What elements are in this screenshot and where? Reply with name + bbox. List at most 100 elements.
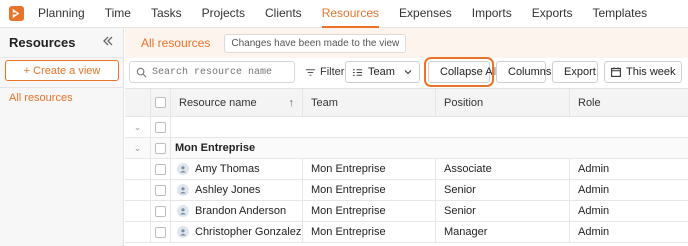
column-header-label: Position bbox=[444, 96, 484, 109]
empty-cell bbox=[171, 117, 303, 137]
search-box bbox=[129, 61, 295, 83]
columns-label: Columns bbox=[508, 66, 552, 78]
group-label: Mon Entreprise bbox=[175, 142, 256, 154]
table-row[interactable]: Ashley Jones Mon Entreprise Senior Admin bbox=[125, 180, 688, 201]
nav-tasks[interactable]: Tasks bbox=[151, 0, 182, 28]
resource-name: Amy Thomas bbox=[195, 163, 260, 175]
role-cell: Admin bbox=[578, 184, 610, 196]
resource-name: Ashley Jones bbox=[195, 184, 261, 196]
period-select[interactable]: This week bbox=[604, 61, 682, 83]
search-input[interactable] bbox=[152, 66, 292, 78]
user-icon bbox=[177, 205, 189, 217]
role-cell: Admin bbox=[578, 226, 610, 238]
row-select-cell bbox=[151, 159, 171, 179]
nav-exports[interactable]: Exports bbox=[532, 0, 573, 28]
column-header-label: Team bbox=[311, 96, 338, 109]
chevron-down-icon[interactable]: ⌄ bbox=[125, 138, 151, 158]
double-chevron-left-icon[interactable] bbox=[102, 35, 114, 50]
nav-planning[interactable]: Planning bbox=[38, 0, 85, 28]
resource-name: Christopher Gonzalez bbox=[195, 226, 302, 238]
sidebar-divider bbox=[0, 87, 124, 88]
filter-label: Filter bbox=[320, 66, 345, 78]
column-header-label: Role bbox=[578, 96, 601, 109]
top-navigation: Planning Time Tasks Projects Clients Res… bbox=[0, 0, 688, 28]
position-cell: Associate bbox=[436, 159, 570, 179]
group-select-cell bbox=[151, 138, 171, 158]
group-row: ⌄ Mon Entreprise bbox=[125, 138, 688, 159]
select-all-checkbox[interactable] bbox=[155, 97, 166, 108]
resource-name: Brandon Anderson bbox=[195, 205, 287, 217]
nav-resources[interactable]: Resources bbox=[321, 0, 380, 28]
row-checkbox[interactable] bbox=[155, 226, 166, 238]
column-header-position[interactable]: Position bbox=[436, 89, 570, 116]
team-cell: Mon Entreprise bbox=[303, 201, 436, 221]
resource-name-cell[interactable]: Brandon Anderson bbox=[171, 201, 303, 221]
role-cell: Admin bbox=[578, 163, 610, 175]
row-checkbox[interactable] bbox=[155, 121, 166, 133]
nav-expenses[interactable]: Expenses bbox=[399, 0, 452, 28]
row-checkbox[interactable] bbox=[155, 205, 166, 217]
collapse-all-button[interactable]: Collapse All bbox=[424, 57, 497, 87]
position-cell: Manager bbox=[436, 222, 570, 242]
column-header-resource-name[interactable]: Resource name ↑ bbox=[171, 89, 303, 116]
nav-imports[interactable]: Imports bbox=[472, 0, 512, 28]
changes-notice-badge[interactable]: Changes have been made to the view bbox=[224, 33, 407, 53]
row-select-cell bbox=[151, 201, 171, 221]
chevron-down-icon[interactable]: ⌄ bbox=[125, 117, 151, 137]
group-by-select[interactable]: Team bbox=[345, 61, 420, 83]
view-header: All resources Changes have been made to … bbox=[125, 28, 688, 58]
expander-cell bbox=[125, 201, 151, 221]
nav-time[interactable]: Time bbox=[105, 0, 131, 28]
export-label: Export bbox=[564, 66, 596, 78]
table-row[interactable]: Amy Thomas Mon Entreprise Associate Admi… bbox=[125, 159, 688, 180]
columns-button[interactable]: Columns bbox=[496, 61, 551, 83]
user-icon bbox=[177, 226, 189, 238]
group-name-cell: Mon Entreprise bbox=[171, 138, 303, 158]
role-cell: Admin bbox=[578, 205, 610, 217]
table-header-row: Resource name ↑ Team Position Role bbox=[125, 88, 688, 117]
empty-group-row: ⌄ bbox=[125, 117, 688, 138]
position-cell: Senior bbox=[436, 180, 570, 200]
resource-name-cell[interactable]: Ashley Jones bbox=[171, 180, 303, 200]
expander-cell bbox=[125, 159, 151, 179]
views-sidebar: Resources + Create a view All resources bbox=[0, 28, 124, 246]
user-icon bbox=[177, 184, 189, 196]
resource-name-cell[interactable]: Christopher Gonzalez bbox=[171, 222, 303, 242]
select-all-cell bbox=[151, 89, 171, 116]
table-row[interactable]: Christopher Gonzalez Mon Entreprise Mana… bbox=[125, 222, 688, 243]
nav-projects[interactable]: Projects bbox=[202, 0, 245, 28]
export-button[interactable]: Export bbox=[552, 61, 598, 83]
group-by-value: Team bbox=[368, 66, 395, 78]
team-cell: Mon Entreprise bbox=[303, 159, 436, 179]
expander-header-cell bbox=[125, 89, 151, 116]
expander-cell bbox=[125, 180, 151, 200]
period-value: This week bbox=[626, 66, 676, 78]
sidebar-item-all-resources[interactable]: All resources bbox=[9, 92, 73, 104]
row-select-cell bbox=[151, 222, 171, 242]
team-cell: Mon Entreprise bbox=[303, 180, 436, 200]
row-checkbox[interactable] bbox=[155, 184, 166, 196]
app-logo-icon[interactable] bbox=[9, 6, 24, 21]
column-header-role[interactable]: Role bbox=[570, 89, 688, 116]
nav-templates[interactable]: Templates bbox=[592, 0, 647, 28]
sort-ascending-icon[interactable]: ↑ bbox=[289, 97, 295, 109]
nav-clients[interactable]: Clients bbox=[265, 0, 302, 28]
table-row[interactable]: Brandon Anderson Mon Entreprise Senior A… bbox=[125, 201, 688, 222]
user-icon bbox=[177, 163, 189, 175]
create-view-button[interactable]: + Create a view bbox=[5, 60, 119, 81]
group-checkbox[interactable] bbox=[155, 142, 166, 154]
resource-name-cell[interactable]: Amy Thomas bbox=[171, 159, 303, 179]
filter-button[interactable]: Filter bbox=[305, 61, 344, 83]
list-icon bbox=[352, 68, 363, 76]
column-header-team[interactable]: Team bbox=[303, 89, 436, 116]
position-cell: Senior bbox=[436, 201, 570, 221]
toolbar: Filter Team Collapse All Columns Export … bbox=[125, 57, 688, 87]
sidebar-title: Resources bbox=[9, 35, 76, 50]
team-cell: Mon Entreprise bbox=[303, 222, 436, 242]
column-header-label: Resource name bbox=[179, 96, 257, 109]
sidebar-header: Resources bbox=[0, 28, 123, 58]
row-select-cell bbox=[151, 117, 171, 137]
search-icon bbox=[136, 67, 147, 77]
row-checkbox[interactable] bbox=[155, 163, 166, 175]
expander-cell bbox=[125, 222, 151, 242]
